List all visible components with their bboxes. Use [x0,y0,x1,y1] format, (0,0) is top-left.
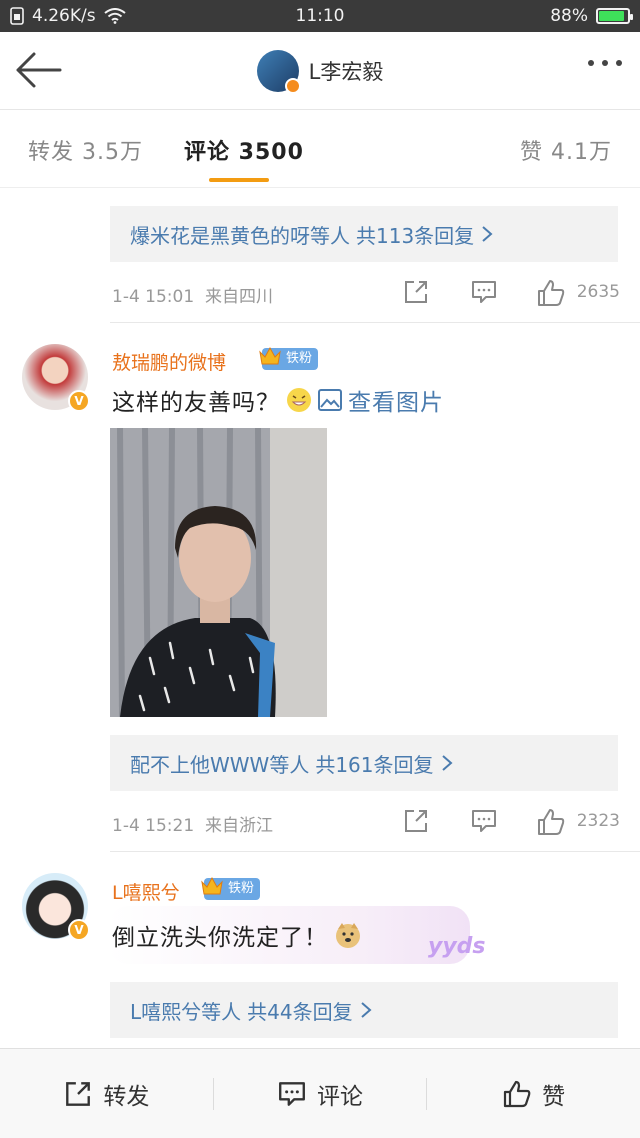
like-button[interactable]: 赞 [427,1049,640,1138]
author-avatar[interactable] [256,50,301,94]
username[interactable]: L嘻熙兮 [112,878,180,905]
reply-summary-box[interactable]: 爆米花是黑黄色的呀等人 共113条回复 [110,206,618,262]
verified-badge-icon: V [68,919,90,941]
comment-time: 1-4 15:21 来自浙江 [112,816,273,836]
like-label: 赞 [542,1083,566,1110]
person-photo-image [110,428,327,717]
user-avatar[interactable]: V [22,873,90,941]
view-image-link[interactable]: 查看图片 [348,383,444,417]
top-nav-bar: L李宏毅 [0,32,640,110]
reply-summary-text: 爆米花是黑黄色的呀等人 [130,223,350,248]
comment-meta-row: 1-4 15:01 来自四川 2635 [110,272,620,312]
comment-text: 倒立洗头你洗定了！ [112,918,362,952]
reply-count: 共113条回复 [356,223,475,248]
tab-bar: 转发 3.5万 评论 3500 赞 4.1万 [0,110,640,188]
tab-repost[interactable]: 转发 3.5万 [28,134,143,166]
tab-like[interactable]: 赞 4.1万 [520,134,612,166]
status-bar: 4.26K/s 11:10 88% [0,0,640,32]
user-avatar[interactable]: V [22,344,90,412]
share-icon[interactable] [402,807,430,835]
tab-comment[interactable]: 评论 3500 [184,134,304,166]
more-dot-icon [616,60,622,66]
more-dot-icon [588,60,594,66]
doge-emoji-icon [336,923,360,948]
more-options-button[interactable] [588,60,622,66]
bottom-action-bar: 转发 评论 赞 [0,1048,640,1138]
crown-icon [259,346,281,365]
repost-label: 转发 [103,1083,150,1110]
comment-photo[interactable] [110,428,327,717]
verified-badge-icon: V [68,390,90,412]
divider [110,851,640,852]
crown-icon [201,876,223,895]
reply-count: 共161条回复 [315,752,434,777]
comment-meta-row: 1-4 15:21 来自浙江 2323 [110,801,620,841]
comment-button[interactable]: 评论 [214,1049,427,1138]
more-dot-icon [602,60,608,66]
share-icon [66,1081,91,1106]
clock: 11:10 [295,6,345,26]
like-thumb-icon [504,1080,531,1107]
username[interactable]: 敖瑞鹏的微博 [112,348,226,375]
image-icon[interactable] [318,389,342,411]
active-tab-indicator [209,178,269,182]
grin-emoji-icon [287,388,311,412]
like-thumb-icon[interactable] [536,807,566,837]
share-icon[interactable] [402,278,430,306]
battery-icon [596,8,633,24]
fan-badge: 铁粉 [201,876,261,900]
battery-percent: 88% [550,6,588,26]
chevron-right-icon [360,1002,372,1018]
reply-summary-text: 配不上他WWW等人 [130,752,310,777]
comment-time: 1-4 15:01 来自四川 [112,287,273,307]
chevron-right-icon [441,755,453,771]
yyds-sticker: yyds [428,934,486,959]
comment-icon[interactable] [470,807,498,835]
like-thumb-icon[interactable] [536,278,566,308]
repost-button[interactable]: 转发 [0,1049,213,1138]
like-count: 2323 [576,811,620,831]
like-count: 2635 [576,282,620,302]
divider [110,322,640,323]
chevron-right-icon [482,226,493,242]
fan-badge: 铁粉 [259,346,319,370]
comment-label: 评论 [317,1083,363,1110]
page-title: L李宏毅 [308,60,384,84]
verified-badge-icon [284,78,301,94]
reply-summary-box[interactable]: L嘻熙兮等人 共44条回复 [110,982,618,1038]
comment-text: 这样的友善吗？ 查看图片 [112,383,444,417]
reply-summary-box[interactable]: 配不上他WWW等人 共161条回复 [110,735,618,791]
comment-icon [279,1081,305,1106]
reply-summary-text: L嘻熙兮等人 [130,999,242,1024]
reply-count: 共44条回复 [247,999,353,1024]
comment-icon[interactable] [470,278,498,306]
